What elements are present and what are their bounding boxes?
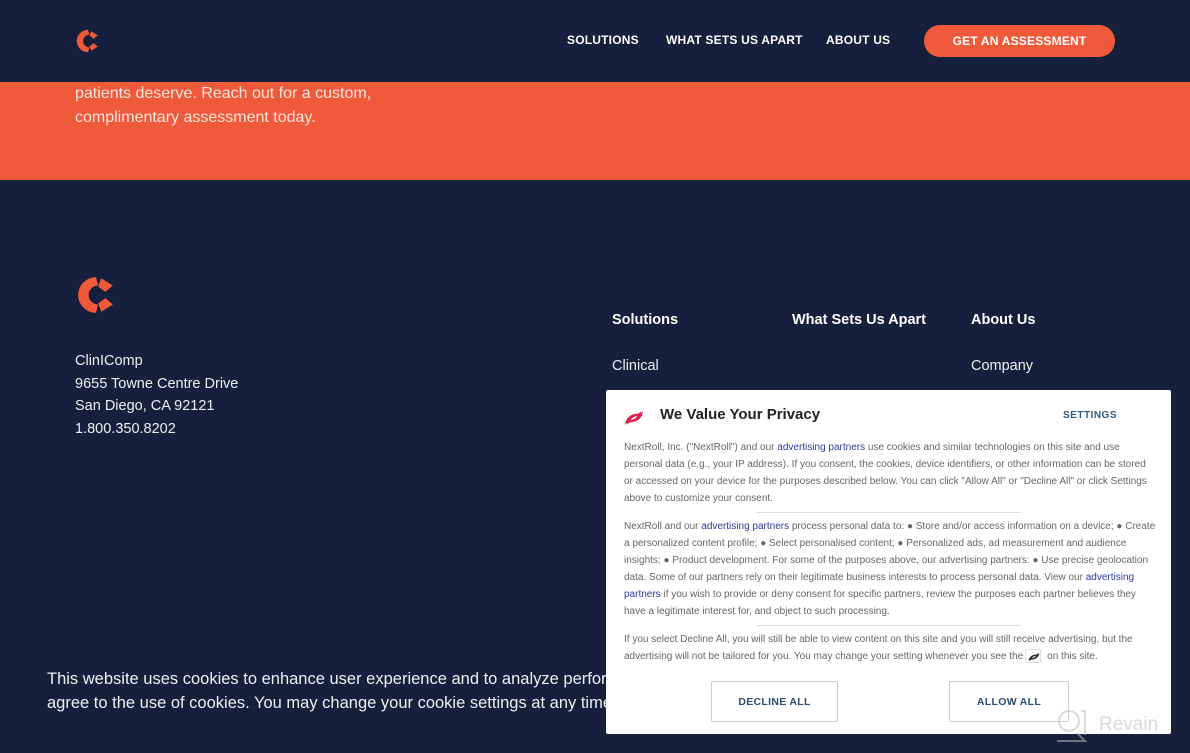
revain-logo-icon: [1057, 710, 1088, 742]
text: on this site.: [1047, 651, 1098, 662]
revain-watermark: Revain: [1055, 707, 1158, 743]
watermark-text: Revain: [1099, 714, 1159, 735]
footer-link-clinical[interactable]: Clinical: [612, 358, 659, 374]
city-state-zip: San Diego, CA 92121: [75, 398, 215, 415]
footer-heading-solutions: Solutions: [612, 312, 679, 328]
cliniccomp-logo-icon[interactable]: [75, 272, 117, 318]
site-header: SOLUTIONS WHAT SETS US APART ABOUT US GE…: [0, 0, 1190, 82]
company-name: ClinIComp: [75, 353, 143, 369]
purposes-paragraph: NextRoll and our advertising partners pr…: [624, 518, 1156, 620]
cookie-banner-text: This website uses cookies to enhance use…: [47, 667, 612, 715]
decline-all-button[interactable]: DECLINE ALL: [711, 681, 838, 722]
hero-text: patients deserve. Reach out for a custom…: [75, 82, 415, 129]
cookie-banner-line: This website uses cookies to enhance use…: [47, 670, 607, 688]
get-assessment-button[interactable]: GET AN ASSESSMENT: [924, 25, 1115, 57]
advertising-partners-link[interactable]: advertising partners: [777, 442, 865, 453]
cookie-banner-line: agree to the use of cookies. You may cha…: [47, 694, 613, 712]
hero-line: complimentary assessment today.: [75, 108, 316, 126]
divider: [756, 625, 1021, 626]
consent-intro-paragraph: NextRoll, Inc. ("NextRoll") and our adve…: [624, 439, 1156, 507]
divider: [756, 512, 1021, 513]
settings-link[interactable]: SETTINGS: [1063, 410, 1117, 421]
decline-info-paragraph: If you select Decline All, you will stil…: [624, 631, 1156, 665]
advertising-partners-link[interactable]: advertising partners: [701, 521, 789, 532]
company-address: ClinIComp 9655 Towne Centre Drive San Di…: [75, 350, 238, 441]
text: if you wish to provide or deny consent f…: [624, 589, 1136, 617]
nextroll-icon: [625, 411, 643, 425]
allow-all-button[interactable]: ALLOW ALL: [949, 681, 1069, 722]
hero-banner: patients deserve. Reach out for a custom…: [0, 82, 1190, 180]
street-address: 9655 Towne Centre Drive: [75, 375, 239, 392]
nav-solutions[interactable]: SOLUTIONS: [567, 33, 639, 47]
modal-title: We Value Your Privacy: [660, 406, 821, 423]
nextroll-settings-icon[interactable]: [1025, 649, 1042, 664]
footer-link-company[interactable]: Company: [971, 358, 1033, 374]
phone-number[interactable]: 1.800.350.8202: [75, 418, 238, 441]
nav-what-sets-us-apart[interactable]: WHAT SETS US APART: [666, 33, 803, 47]
text: NextRoll, Inc. ("NextRoll") and our: [624, 442, 778, 453]
hero-line: patients deserve. Reach out for a custom…: [75, 85, 372, 102]
footer-heading-what-sets-us-apart: What Sets Us Apart: [792, 312, 927, 328]
footer-heading-about-us: About Us: [971, 312, 1036, 328]
text: NextRoll and our: [624, 521, 702, 532]
nav-about-us[interactable]: ABOUT US: [826, 33, 890, 47]
privacy-consent-modal: We Value Your Privacy SETTINGS NextRoll,…: [606, 390, 1171, 734]
cliniccomp-logo-icon[interactable]: [74, 27, 102, 55]
